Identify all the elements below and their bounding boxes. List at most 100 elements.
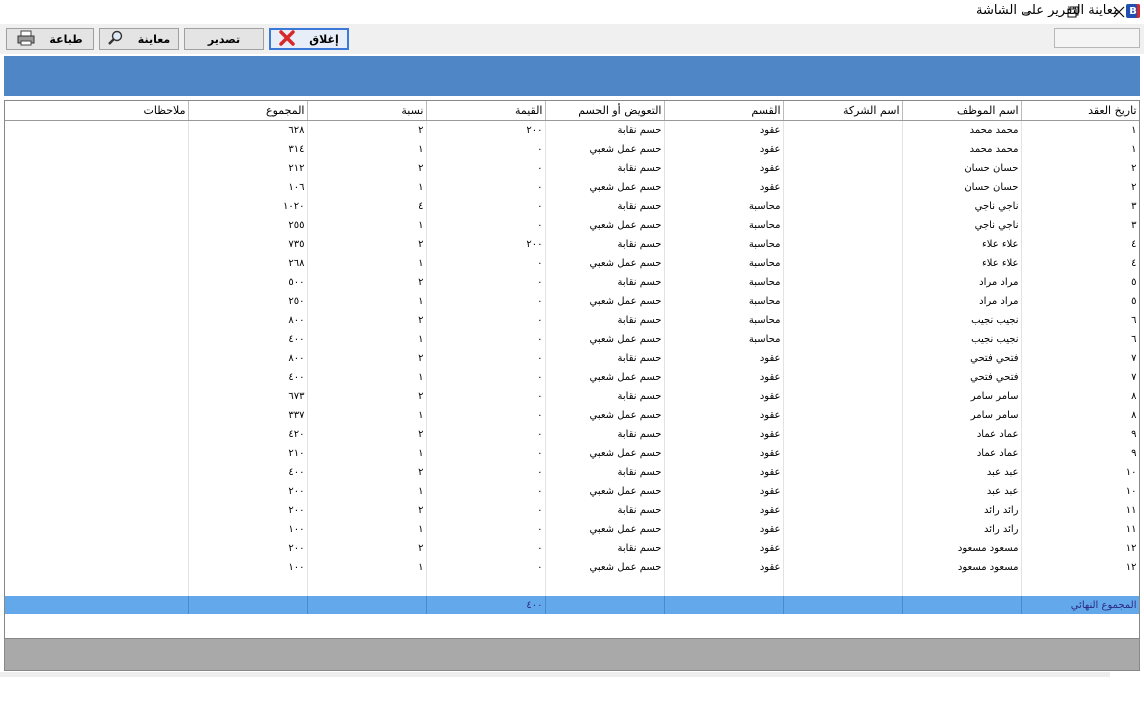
- table-cell: [783, 235, 903, 254]
- table-cell: [783, 197, 903, 216]
- table-row: ١٠ عبد عبد عقود حسم نقابة ٠ ٢ ٤٠٠: [5, 463, 1139, 482]
- table-row: ١٢ مسعود مسعود عقود حسم عمل شعبي ٠ ١ ١٠٠: [5, 558, 1139, 577]
- table-cell: ١١: [1021, 501, 1139, 520]
- table-cell: [783, 501, 903, 520]
- table-cell: ٠: [426, 463, 546, 482]
- table-cell: ٧: [1021, 368, 1139, 387]
- close-report-button[interactable]: إغلاق: [269, 28, 349, 50]
- table-cell: ٢: [307, 273, 427, 292]
- table-cell: [783, 292, 903, 311]
- table-cell: [5, 159, 189, 178]
- table-cell: حسم نقابة: [545, 425, 665, 444]
- table-cell: ١: [307, 254, 427, 273]
- table-cell: حسم نقابة: [545, 159, 665, 178]
- table-cell: ١٢: [1021, 558, 1139, 577]
- table-cell: ٠: [426, 197, 546, 216]
- table-cell: [783, 463, 903, 482]
- table-row: ٩ عماد عماد عقود حسم نقابة ٠ ٢ ٤٢٠: [5, 425, 1139, 444]
- table-cell: [783, 159, 903, 178]
- export-button[interactable]: تصدير: [184, 28, 264, 50]
- table-cell: [783, 387, 903, 406]
- table-row: ١ محمد محمد عقود حسم نقابة ٢٠٠ ٢ ٦٢٨: [5, 120, 1139, 140]
- table-cell: علاء علاء: [902, 235, 1022, 254]
- table-header-row: تاريخ العقد اسم الموظف اسم الشركة القسم التع…: [5, 101, 1139, 121]
- table-cell: عقود: [664, 368, 784, 387]
- table-cell: [5, 178, 189, 197]
- table-cell: [5, 368, 189, 387]
- table-cell: ٢: [307, 539, 427, 558]
- report-grid: تاريخ العقد اسم الموظف اسم الشركة القسم التع…: [4, 100, 1140, 671]
- table-cell: [5, 501, 189, 520]
- table-cell: محاسبة: [664, 311, 784, 330]
- preview-label: معاينة: [137, 32, 171, 46]
- table-cell: ٣: [1021, 216, 1139, 235]
- table-cell: عقود: [664, 120, 784, 140]
- table-cell: [188, 577, 308, 596]
- table-cell: حسم عمل شعبي: [545, 216, 665, 235]
- table-cell: ١: [307, 216, 427, 235]
- table-cell: ٠: [426, 311, 546, 330]
- minimize-icon[interactable]: –: [1004, 0, 1050, 24]
- table-cell: ٥: [1021, 273, 1139, 292]
- table-cell: ٢: [307, 501, 427, 520]
- table-cell: محمد محمد: [902, 120, 1022, 140]
- table-cell: ٣: [1021, 197, 1139, 216]
- table-cell: حسم نقابة: [545, 349, 665, 368]
- print-button[interactable]: طباعة: [6, 28, 94, 50]
- table-cell: ١٠٦: [188, 178, 308, 197]
- table-cell: محاسبة: [664, 216, 784, 235]
- table-cell: عقود: [664, 159, 784, 178]
- table-cell: [783, 520, 903, 539]
- table-cell: [783, 178, 903, 197]
- table-cell: رائد رائد: [902, 520, 1022, 539]
- table-cell: ٠: [426, 444, 546, 463]
- table-cell: [783, 368, 903, 387]
- table-cell: ١٢: [1021, 539, 1139, 558]
- table-cell: [783, 577, 903, 596]
- table-cell: ٤: [307, 197, 427, 216]
- table-cell: ٠: [426, 330, 546, 349]
- table-cell: ٠: [426, 273, 546, 292]
- table-cell: محاسبة: [664, 273, 784, 292]
- table-cell: رائد رائد: [902, 501, 1022, 520]
- table-cell: [5, 406, 189, 425]
- table-cell: ٤٢٠: [188, 425, 308, 444]
- table-cell: [783, 311, 903, 330]
- table-row: ١٢ مسعود مسعود عقود حسم نقابة ٠ ٢ ٢٠٠: [5, 539, 1139, 558]
- table-cell: [5, 330, 189, 349]
- table-cell: ٢٠٠: [426, 120, 546, 140]
- table-cell: ٢: [307, 387, 427, 406]
- table-cell: [5, 520, 189, 539]
- table-cell: [783, 425, 903, 444]
- preview-button[interactable]: معاينة: [99, 28, 179, 50]
- table-cell: ٢: [307, 349, 427, 368]
- table-cell: ٢٠٠: [426, 235, 546, 254]
- table-cell: ٢١٠: [188, 444, 308, 463]
- table-cell: عقود: [664, 444, 784, 463]
- printer-icon: [17, 30, 35, 49]
- table-row: ٧ فتحي فتحي عقود حسم نقابة ٠ ٢ ٨٠٠: [5, 349, 1139, 368]
- close-window-icon[interactable]: [1096, 0, 1142, 24]
- table-row: ٩ عماد عماد عقود حسم عمل شعبي ٠ ١ ٢١٠: [5, 444, 1139, 463]
- table-cell: [5, 482, 189, 501]
- table-row: ٤ علاء علاء محاسبة حسم نقابة ٢٠٠ ٢ ٧٣٥: [5, 235, 1139, 254]
- table-cell: ناجي ناجي: [902, 216, 1022, 235]
- restore-icon[interactable]: [1050, 0, 1096, 24]
- table-cell: ٨: [1021, 387, 1139, 406]
- table-cell: عقود: [664, 349, 784, 368]
- table-cell: حسم نقابة: [545, 273, 665, 292]
- table-cell: [5, 558, 189, 577]
- table-cell: [5, 349, 189, 368]
- table-cell: ٠: [426, 368, 546, 387]
- table-cell: ٠: [426, 558, 546, 577]
- page-field[interactable]: [1054, 28, 1140, 48]
- table-cell: عقود: [664, 425, 784, 444]
- table-row: ٣ ناجي ناجي محاسبة حسم عمل شعبي ٠ ١ ٢٥٥: [5, 216, 1139, 235]
- table-cell: ٢٥٠: [188, 292, 308, 311]
- table-cell: [188, 596, 308, 614]
- table-cell: [5, 120, 189, 140]
- table-cell: [783, 349, 903, 368]
- table-cell: [783, 406, 903, 425]
- table-cell: [664, 596, 784, 614]
- table-cell: [5, 254, 189, 273]
